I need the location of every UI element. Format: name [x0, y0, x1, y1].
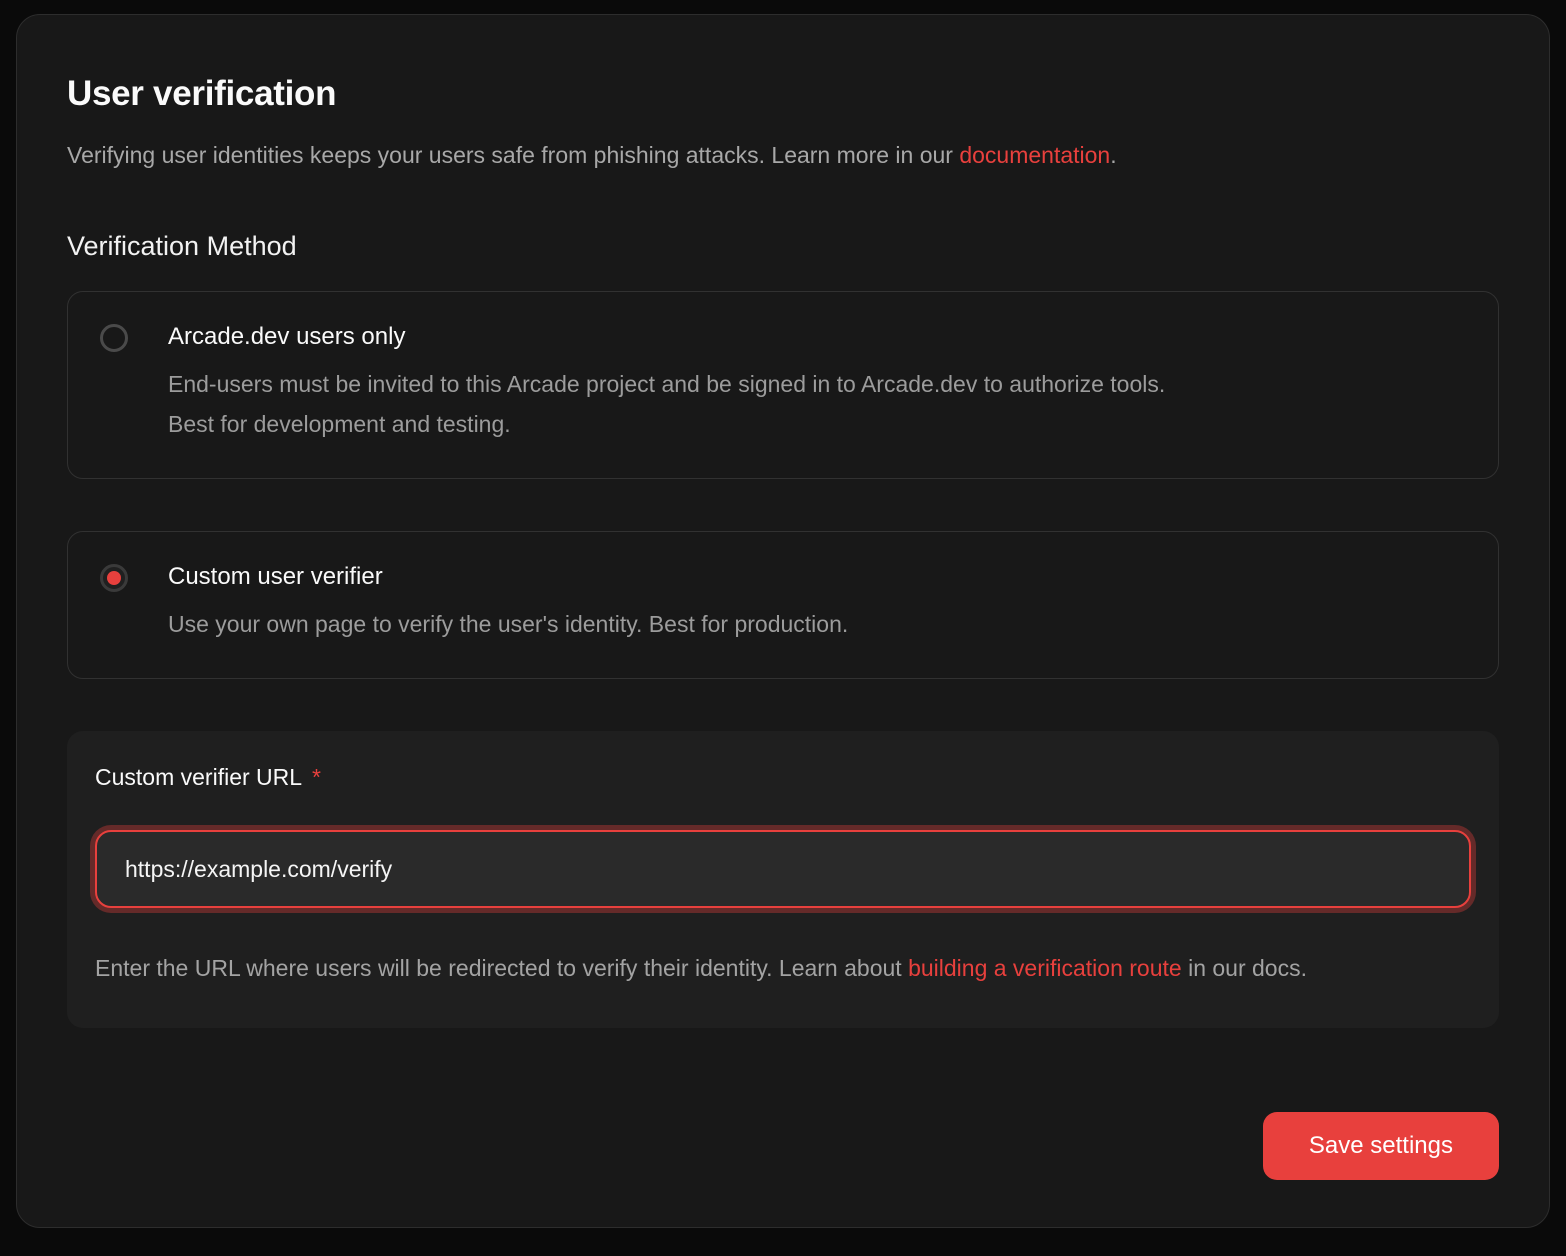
user-verification-panel: User verification Verifying user identit… [16, 14, 1550, 1228]
documentation-link[interactable]: documentation [959, 142, 1110, 168]
option-arcade-users-only[interactable]: Arcade.dev users only End-users must be … [67, 291, 1499, 479]
intro-text: Verifying user identities keeps your use… [67, 140, 1499, 170]
radio-selected-icon[interactable] [100, 564, 128, 592]
radio-dot [107, 571, 121, 585]
option-custom-user-verifier[interactable]: Custom user verifier Use your own page t… [67, 531, 1499, 679]
intro-text-before: Verifying user identities keeps your use… [67, 142, 959, 168]
actions-row: Save settings [67, 1112, 1499, 1180]
custom-verifier-url-section: Custom verifier URL * Enter the URL where… [67, 731, 1499, 1028]
option-description: Use your own page to verify the user's i… [168, 604, 848, 644]
option-title: Custom user verifier [168, 562, 848, 592]
option-description-line: End-users must be invited to this Arcade… [168, 364, 1165, 404]
required-asterisk: * [312, 764, 321, 790]
page-title: User verification [67, 73, 1499, 115]
option-description-line: Best for development and testing. [168, 404, 1165, 444]
custom-verifier-url-label: Custom verifier URL * [95, 763, 1471, 792]
helper-text-suffix: in our docs. [1182, 955, 1307, 981]
verification-route-docs-link[interactable]: building a verification route [908, 955, 1182, 981]
option-body: Arcade.dev users only End-users must be … [168, 322, 1165, 444]
helper-text-before: Enter the URL where users will be redire… [95, 955, 908, 981]
page: User verification Verifying user identit… [0, 0, 1566, 1256]
custom-verifier-url-input[interactable] [95, 830, 1471, 908]
option-description: End-users must be invited to this Arcade… [168, 364, 1165, 444]
radio-unselected-icon[interactable] [100, 324, 128, 352]
url-helper-text: Enter the URL where users will be redire… [95, 948, 1455, 988]
intro-text-suffix: . [1110, 142, 1116, 168]
section-heading-verification-method: Verification Method [67, 230, 1499, 262]
option-title: Arcade.dev users only [168, 322, 1165, 352]
option-description-line: Use your own page to verify the user's i… [168, 604, 848, 644]
option-body: Custom user verifier Use your own page t… [168, 562, 848, 644]
save-settings-button[interactable]: Save settings [1263, 1112, 1499, 1180]
field-label-text: Custom verifier URL [95, 764, 302, 790]
